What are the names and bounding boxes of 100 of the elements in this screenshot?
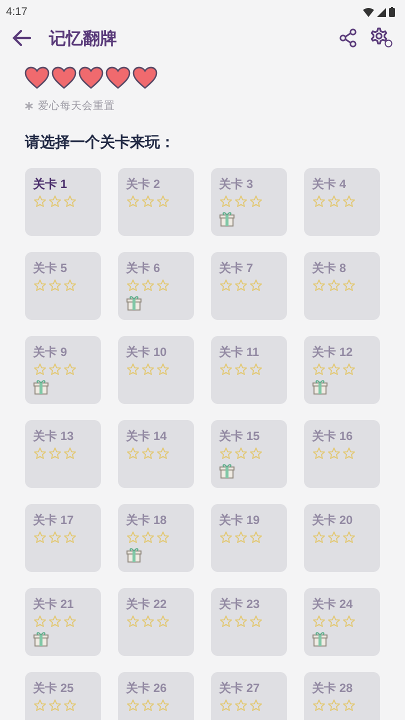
star-icon — [249, 363, 263, 376]
settings-icon[interactable] — [369, 27, 393, 49]
star-icon — [219, 531, 233, 544]
star-icon — [141, 699, 155, 712]
level-card[interactable]: 关卡 17 — [25, 504, 101, 572]
star-icon — [126, 279, 140, 292]
star-icon — [156, 699, 170, 712]
star-icon — [327, 531, 341, 544]
level-card[interactable]: 关卡 25 — [25, 672, 101, 720]
star-icon — [126, 615, 140, 628]
star-icon — [48, 615, 62, 628]
star-icon — [234, 615, 248, 628]
level-label: 关卡 7 — [219, 260, 254, 276]
star-icon — [141, 195, 155, 208]
level-label: 关卡 6 — [126, 260, 160, 276]
star-icon — [312, 531, 326, 544]
star-icon — [63, 279, 77, 292]
star-icon — [312, 447, 326, 460]
star-icon — [63, 195, 77, 208]
star-icon — [126, 531, 140, 544]
level-card[interactable]: 关卡 27 — [211, 672, 287, 720]
level-card[interactable]: 关卡 6 — [118, 252, 194, 320]
level-label: 关卡 2 — [126, 176, 160, 192]
star-icon — [234, 195, 248, 208]
wifi-icon — [363, 8, 374, 16]
star-icon — [33, 195, 47, 208]
level-card[interactable]: 关卡 22 — [118, 588, 194, 656]
star-icon — [63, 363, 77, 376]
star-icon — [48, 531, 62, 544]
level-card[interactable]: 关卡 16 — [304, 420, 380, 488]
star-icon — [234, 531, 248, 544]
back-icon[interactable] — [12, 29, 32, 47]
level-card[interactable]: 关卡 8 — [304, 252, 380, 320]
level-card[interactable]: 关卡 4 — [304, 168, 380, 236]
level-card[interactable]: 关卡 15 — [211, 420, 287, 488]
level-card[interactable]: 关卡 20 — [304, 504, 380, 572]
level-label: 关卡 21 — [33, 596, 74, 612]
level-card[interactable]: 关卡 18 — [118, 504, 194, 572]
star-icon — [63, 699, 77, 712]
star-icon — [219, 699, 233, 712]
level-card[interactable]: 关卡 2 — [118, 168, 194, 236]
star-icon — [342, 363, 356, 376]
status-time: 4:17 — [6, 6, 28, 18]
level-label: 关卡 13 — [33, 428, 74, 444]
level-card[interactable]: 关卡 21 — [25, 588, 101, 656]
star-icon — [312, 195, 326, 208]
level-label: 关卡 8 — [312, 260, 346, 276]
level-label: 关卡 19 — [219, 512, 260, 528]
level-label: 关卡 5 — [33, 260, 68, 276]
level-label: 关卡 1 — [33, 176, 68, 192]
star-icon — [33, 615, 47, 628]
level-card[interactable]: 关卡 3 — [211, 168, 287, 236]
star-icon — [219, 363, 233, 376]
level-card[interactable]: 关卡 11 — [211, 336, 287, 404]
star-icon — [249, 699, 263, 712]
star-icon — [156, 363, 170, 376]
level-label: 关卡 20 — [312, 512, 353, 528]
star-icon — [63, 531, 77, 544]
level-label: 关卡 18 — [126, 512, 167, 528]
star-icon — [33, 447, 47, 460]
level-card[interactable]: 关卡 26 — [118, 672, 194, 720]
level-label: 关卡 11 — [219, 344, 260, 360]
level-card[interactable]: 关卡 5 — [25, 252, 101, 320]
level-card[interactable]: 关卡 10 — [118, 336, 194, 404]
star-icon — [342, 447, 356, 460]
snowflake-icon — [25, 102, 33, 110]
app-title: 记忆翻牌 — [49, 28, 118, 50]
level-card[interactable]: 关卡 13 — [25, 420, 101, 488]
level-card[interactable]: 关卡 23 — [211, 588, 287, 656]
level-card[interactable]: 关卡 9 — [25, 336, 101, 404]
level-label: 关卡 16 — [312, 428, 353, 444]
level-card[interactable]: 关卡 28 — [304, 672, 380, 720]
star-icon — [48, 447, 62, 460]
level-card[interactable]: 关卡 1 — [25, 168, 101, 236]
level-card[interactable]: 关卡 12 — [304, 336, 380, 404]
star-icon — [342, 195, 356, 208]
star-icon — [327, 447, 341, 460]
level-label: 关卡 25 — [33, 680, 74, 696]
star-icon — [219, 615, 233, 628]
battery-icon — [389, 7, 395, 17]
level-card[interactable]: 关卡 7 — [211, 252, 287, 320]
star-icon — [312, 279, 326, 292]
level-label: 关卡 12 — [312, 344, 353, 360]
share-icon[interactable] — [339, 28, 357, 48]
level-card[interactable]: 关卡 14 — [118, 420, 194, 488]
level-card[interactable]: 关卡 19 — [211, 504, 287, 572]
star-icon — [156, 447, 170, 460]
level-label: 关卡 22 — [126, 596, 167, 612]
level-label: 关卡 14 — [126, 428, 167, 444]
level-label: 关卡 24 — [312, 596, 353, 612]
level-card[interactable]: 关卡 24 — [304, 588, 380, 656]
star-icon — [234, 447, 248, 460]
star-icon — [48, 195, 62, 208]
star-icon — [249, 447, 263, 460]
star-icon — [141, 447, 155, 460]
level-label: 关卡 10 — [126, 344, 167, 360]
star-icon — [327, 699, 341, 712]
level-label: 关卡 3 — [219, 176, 254, 192]
star-icon — [48, 363, 62, 376]
level-label: 关卡 23 — [219, 596, 260, 612]
